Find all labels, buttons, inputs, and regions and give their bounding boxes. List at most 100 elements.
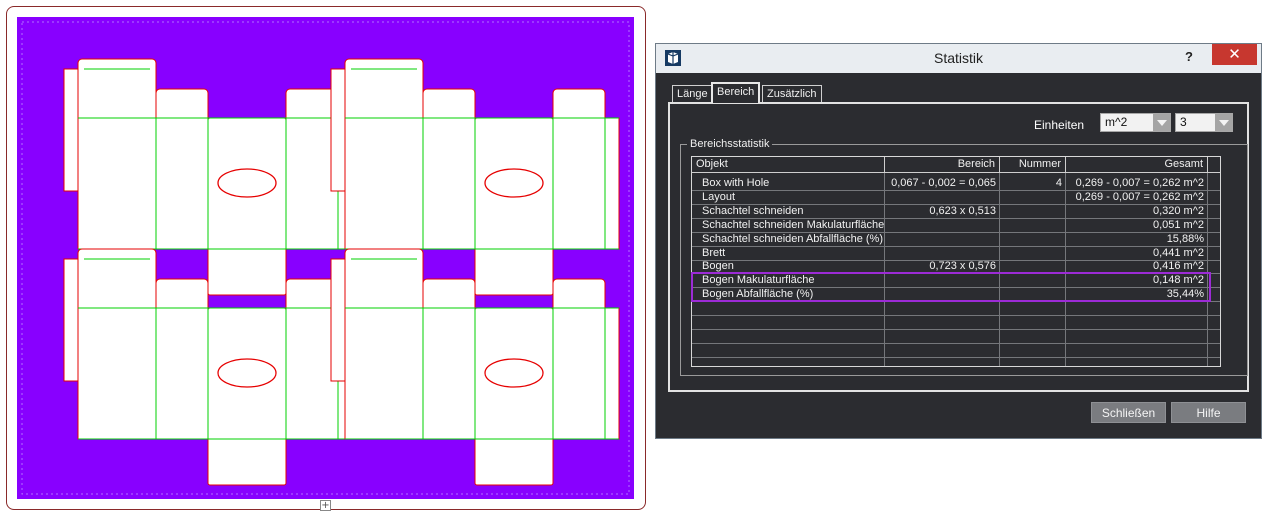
box-panel — [77, 117, 157, 250]
table-row[interactable]: Bogen Makulaturfläche 0,148 m^2 — [692, 274, 1220, 289]
chevron-down-icon[interactable] — [1153, 114, 1170, 131]
cell-nummer — [1000, 191, 1066, 204]
help-question-button[interactable]: ? — [1174, 46, 1204, 68]
close-window-button[interactable]: ✕ — [1212, 44, 1257, 65]
box-panel — [155, 117, 209, 250]
window-hole — [217, 168, 277, 198]
cell-gesamt: 0,269 - 0,007 = 0,262 m^2 — [1075, 177, 1204, 189]
window-hole — [484, 358, 544, 388]
precision-select[interactable]: 3 — [1175, 113, 1233, 132]
cell-bereich: 0,067 - 0,002 = 0,065 — [891, 177, 996, 189]
table-row-empty[interactable] — [692, 302, 1220, 317]
box-panel — [422, 307, 476, 440]
precision-select-value: 3 — [1180, 115, 1187, 129]
table-row[interactable]: Bogen Abfallfläche (%) 35,44% — [692, 288, 1220, 303]
box-panel — [77, 307, 157, 440]
chevron-down-icon[interactable] — [1215, 114, 1232, 131]
cell-objekt: Bogen — [702, 260, 734, 273]
statistics-dialog: Statistik ? ✕ Länge Bereich Zusätzlich E… — [655, 43, 1262, 439]
box-panel — [207, 307, 287, 486]
cell-objekt: Schachtel schneiden — [702, 204, 804, 217]
cell-nummer — [1000, 247, 1066, 260]
box-panel — [604, 117, 620, 250]
table-row-empty[interactable] — [692, 316, 1220, 330]
window-hole — [484, 168, 544, 198]
table-row[interactable]: Box with Hole 0,067 - 0,002 = 0,065 4 0,269… — [692, 177, 1220, 191]
box-panel — [552, 117, 606, 250]
cell-bereich: 0,723 x 0,576 — [929, 260, 996, 273]
dialog-title: Statistik — [933, 50, 983, 66]
cell-gesamt: 0,269 - 0,007 = 0,262 m^2 — [1075, 190, 1204, 203]
table-row[interactable]: Layout 0,269 - 0,007 = 0,262 m^2 — [692, 191, 1220, 205]
cell-objekt: Box with Hole — [702, 177, 770, 189]
unit-select-value: m^2 — [1105, 115, 1128, 129]
cell-gesamt: 0,441 m^2 — [1152, 246, 1204, 259]
area-statistics-title: Bereichsstatistik — [687, 138, 773, 150]
cell-objekt: Schachtel schneiden Abfallfläche (%) — [702, 232, 883, 245]
cell-gesamt: 0,148 m^2 — [1152, 274, 1204, 287]
tab-bereich[interactable]: Bereich — [711, 82, 761, 103]
column-header-bereich[interactable]: Bereich — [885, 157, 1000, 173]
tab-zusaetzlich[interactable]: Zusätzlich — [762, 85, 822, 103]
layout-sheet[interactable] — [17, 17, 634, 499]
column-header-objekt[interactable]: Objekt — [692, 157, 885, 173]
cell-nummer — [1000, 260, 1066, 273]
cell-gesamt: 15,88% — [1166, 232, 1204, 245]
cell-nummer — [1000, 219, 1066, 232]
box-layout-group — [63, 58, 620, 486]
box-panel — [474, 307, 554, 486]
box-panel — [285, 307, 339, 440]
cell-objekt: Bogen Abfallfläche (%) — [702, 288, 814, 301]
box-panel — [63, 258, 79, 382]
box-panel — [344, 307, 424, 440]
cell-nummer — [1000, 205, 1066, 218]
box-panel — [474, 117, 554, 296]
box-panel — [422, 117, 476, 250]
cell-bereich — [885, 219, 1000, 232]
table-row[interactable]: Schachtel schneiden Makulaturfläche 0,051… — [692, 219, 1220, 233]
box-panel — [330, 68, 346, 192]
table-row-empty[interactable] — [692, 358, 1220, 366]
help-button[interactable]: Hilfe — [1171, 402, 1246, 423]
table-row-empty[interactable] — [692, 344, 1220, 358]
cell-gesamt: 0,051 m^2 — [1152, 218, 1204, 231]
table-row-empty[interactable] — [692, 330, 1220, 344]
table-row[interactable]: Brett 0,441 m^2 — [692, 247, 1220, 261]
cell-bereich — [885, 274, 1000, 287]
box-panel — [344, 117, 424, 250]
cell-bereich — [885, 247, 1000, 260]
cell-gesamt: 35,44% — [1166, 288, 1204, 301]
dialog-titlebar[interactable]: Statistik ? ✕ — [656, 44, 1261, 73]
table-row[interactable]: Schachtel schneiden Abfallfläche (%) 15,8… — [692, 233, 1220, 247]
box-panel — [330, 258, 346, 382]
statistics-table[interactable]: Objekt Bereich Nummer Gesamt Box with Ho… — [691, 156, 1221, 367]
units-label: Einheiten — [1034, 118, 1085, 132]
box-panel — [155, 307, 209, 440]
add-handle-icon[interactable]: + — [320, 500, 331, 511]
cell-nummer — [1000, 274, 1066, 287]
cell-gesamt: 0,320 m^2 — [1152, 204, 1204, 217]
cell-objekt: Schachtel schneiden Makulaturfläche — [702, 218, 885, 231]
window-hole — [217, 358, 277, 388]
cell-objekt: Layout — [702, 190, 736, 203]
box-panel — [63, 68, 79, 192]
box-panel — [207, 117, 287, 296]
tab-laenge[interactable]: Länge — [672, 85, 713, 103]
table-row[interactable]: Bogen 0,723 x 0,576 0,416 m^2 — [692, 260, 1220, 275]
cell-nummer — [1000, 233, 1066, 246]
box-panel — [285, 117, 339, 250]
column-header-gesamt[interactable]: Gesamt — [1066, 157, 1208, 173]
cell-nummer — [1000, 288, 1066, 301]
cell-objekt: Bogen Makulaturfläche — [702, 274, 815, 287]
cell-bereich — [885, 191, 1000, 204]
close-button[interactable]: Schließen — [1091, 402, 1166, 423]
cell-bereich: 0,623 x 0,513 — [929, 204, 996, 217]
column-header-spacer — [1208, 157, 1220, 173]
cell-gesamt: 0,416 m^2 — [1152, 260, 1204, 273]
unit-select[interactable]: m^2 — [1100, 113, 1171, 132]
cell-objekt: Brett — [702, 246, 726, 259]
table-row[interactable]: Schachtel schneiden 0,623 x 0,513 0,320 m^… — [692, 205, 1220, 219]
box-panel — [552, 307, 606, 440]
cell-bereich — [885, 288, 1000, 301]
column-header-nummer[interactable]: Nummer — [1000, 157, 1066, 173]
